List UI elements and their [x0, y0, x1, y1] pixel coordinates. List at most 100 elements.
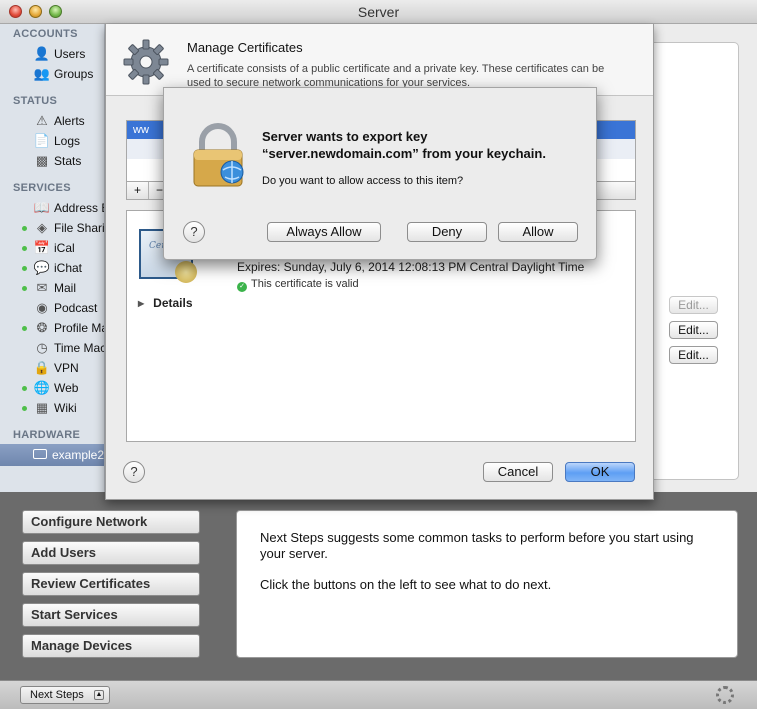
sheet-header: Manage Certificates A certificate consis… — [106, 24, 653, 96]
alert-message: Do you want to allow access to this item… — [262, 175, 464, 187]
running-indicator — [22, 226, 27, 231]
sidebar-item-mail[interactable]: ✉ Mail — [0, 278, 104, 298]
alert-icon: ⚠ — [36, 113, 48, 128]
chat-icon: 💬 — [33, 260, 51, 275]
sheet-title: Manage Certificates — [187, 40, 303, 55]
sidebar-item-profile-manager[interactable]: ❂ Profile Ma — [0, 318, 105, 338]
running-indicator — [22, 286, 27, 291]
sidebar-item-podcast[interactable]: ◉ Podcast — [0, 298, 104, 318]
sidebar-item-label: Stats — [54, 154, 82, 168]
alert-title: Server wants to export key “server.newdo… — [262, 129, 546, 161]
add-users-button[interactable]: Add Users — [22, 541, 200, 565]
sidebar-header-hardware: HARDWARE — [13, 429, 81, 441]
gear-icon — [123, 39, 169, 85]
edit-button-3[interactable]: Edit... — [669, 346, 718, 364]
podcast-icon: ◉ — [36, 300, 48, 315]
sidebar-item-label: Alerts — [54, 114, 85, 128]
checkmark-icon: ✓ — [237, 282, 247, 292]
profile-manager-icon: ❂ — [36, 320, 48, 335]
logs-icon: 📄 — [33, 133, 51, 148]
sidebar-item-label: Logs — [54, 134, 81, 148]
running-indicator — [22, 386, 27, 391]
sheet-help-button[interactable]: ? — [123, 461, 145, 483]
sidebar-item-label: Address B — [54, 201, 105, 215]
next-steps-panel: Next Steps suggests some common tasks to… — [236, 510, 738, 658]
sidebar-item-label: iCal — [54, 241, 75, 255]
progress-spinner-icon — [716, 686, 734, 704]
next-steps-intro: Next Steps suggests some common tasks to… — [260, 530, 694, 561]
sidebar-item-file-sharing[interactable]: ◈ File Sharin — [0, 218, 105, 238]
certificate-expiry: Expires: Sunday, July 6, 2014 12:08:13 P… — [237, 260, 585, 274]
sidebar-item-label: File Sharin — [54, 221, 105, 235]
review-certificates-button[interactable]: Review Certificates — [22, 572, 200, 596]
sidebar-header-services: SERVICES — [13, 182, 71, 194]
sidebar-item-time-machine[interactable]: ◷ Time Mac — [0, 338, 105, 358]
cancel-button[interactable]: Cancel — [483, 462, 553, 482]
details-disclosure[interactable]: ▶ Details — [138, 296, 193, 310]
alert-help-button[interactable]: ? — [183, 221, 205, 243]
running-indicator — [22, 406, 27, 411]
certificate-status: ✓ This certificate is valid — [237, 278, 359, 292]
sidebar-item-web[interactable]: 🌐 Web — [0, 378, 104, 398]
running-indicator — [22, 246, 27, 251]
valid-text: This certificate is valid — [251, 278, 359, 290]
sidebar-item-address-book[interactable]: 📖 Address B — [0, 198, 105, 218]
stats-icon: ▩ — [35, 153, 49, 168]
web-globe-icon: 🌐 — [33, 380, 51, 395]
keychain-access-alert: Server wants to export key “server.newdo… — [163, 87, 597, 260]
user-icon: 👤 — [33, 46, 51, 61]
next-steps-toggle[interactable]: Next Steps ▲ — [20, 686, 110, 704]
next-steps-hint: Click the buttons on the left to see wha… — [260, 577, 552, 592]
deny-button[interactable]: Deny — [407, 222, 487, 242]
file-sharing-icon: ◈ — [37, 220, 47, 235]
disclosure-triangle-icon[interactable]: ▶ — [138, 299, 144, 308]
sidebar-header-status: STATUS — [13, 95, 58, 107]
sidebar-item-ichat[interactable]: 💬 iChat — [0, 258, 104, 278]
next-steps-toggle-label: Next Steps — [30, 689, 84, 701]
server-hardware-icon — [33, 449, 47, 459]
add-certificate-button[interactable]: + — [127, 182, 149, 199]
sheet-description: A certificate consists of a public certi… — [187, 63, 605, 89]
status-bar: Next Steps ▲ — [0, 680, 757, 709]
sidebar-item-logs[interactable]: 📄 Logs — [0, 131, 104, 151]
window-title: Server — [357, 4, 400, 20]
sidebar-item-label: Mail — [54, 281, 77, 295]
always-allow-button[interactable]: Always Allow — [267, 222, 381, 242]
ok-button[interactable]: OK — [565, 462, 635, 482]
sidebar-header-accounts: ACCOUNTS — [13, 28, 78, 40]
sidebar-item-users[interactable]: 👤 Users — [0, 44, 104, 64]
sidebar-item-label: iChat — [54, 261, 83, 275]
sidebar-item-label: Profile Ma — [54, 321, 105, 335]
sidebar-item-groups[interactable]: 👥 Groups — [0, 64, 104, 84]
allow-button[interactable]: Allow — [498, 222, 578, 242]
seal-icon — [175, 261, 197, 283]
sidebar-item-label: Time Mac — [54, 341, 105, 355]
sidebar-item-label: Groups — [54, 67, 94, 81]
calendar-icon: 📅 — [33, 240, 51, 255]
mail-icon: ✉ — [36, 280, 48, 295]
sidebar-item-hardware-server[interactable]: example2 — [0, 444, 104, 466]
sidebar-item-stats[interactable]: ▩ Stats — [0, 151, 104, 171]
running-indicator — [22, 326, 27, 331]
wiki-icon: ▦ — [35, 400, 49, 415]
sidebar-item-wiki[interactable]: ▦ Wiki — [0, 398, 104, 418]
sidebar-item-vpn[interactable]: 🔒 VPN — [0, 358, 104, 378]
configure-network-button[interactable]: Configure Network — [22, 510, 200, 534]
sidebar-item-alerts[interactable]: ⚠ Alerts — [0, 111, 104, 131]
sidebar-item-ical[interactable]: 📅 iCal — [0, 238, 104, 258]
start-services-button[interactable]: Start Services — [22, 603, 200, 627]
manage-devices-button[interactable]: Manage Devices — [22, 634, 200, 658]
sidebar-item-label: Web — [54, 381, 79, 395]
vpn-icon: 🔒 — [33, 360, 51, 375]
sidebar-item-label: Users — [54, 47, 86, 61]
sidebar: ACCOUNTS 👤 Users 👥 Groups STATUS ⚠ Alert… — [0, 24, 105, 492]
edit-button-2[interactable]: Edit... — [669, 321, 718, 339]
address-book-icon: 📖 — [33, 200, 51, 215]
title-bar[interactable]: Server — [0, 0, 757, 24]
server-window: Server ACCOUNTS 👤 Users 👥 Groups STATUS … — [0, 0, 757, 709]
details-label: Details — [153, 296, 193, 310]
running-indicator — [22, 266, 27, 271]
sidebar-item-label: Podcast — [54, 301, 98, 315]
sidebar-item-label: VPN — [54, 361, 79, 375]
edit-button-1[interactable]: Edit... — [669, 296, 718, 314]
